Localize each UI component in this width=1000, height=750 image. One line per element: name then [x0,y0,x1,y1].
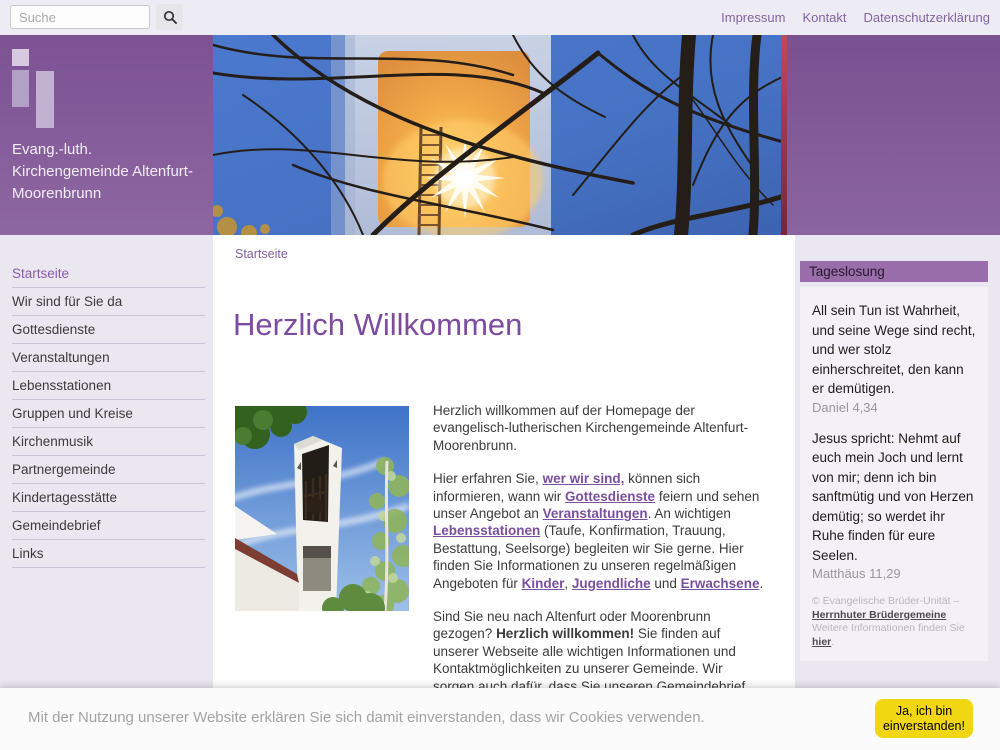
link-lebensstationen[interactable]: Lebensstationen [433,523,540,538]
verse-reference: Daniel 4,34 [812,400,976,415]
sidebar-item-veranstaltungen[interactable]: Veranstaltungen [12,344,205,372]
p2-text: , [564,576,572,591]
header-right-panel [787,35,1000,235]
intro-paragraph: Herzlich willkommen auf der Homepage der… [433,402,767,454]
sidebar-nav: Startseite Wir sind für Sie da Gottesdie… [0,260,213,568]
org-name-line1: Evang.-luth. [12,139,202,161]
search-icon [163,10,177,24]
link-veranstaltungen[interactable]: Veranstaltungen [543,506,648,521]
sidebar-item-wir-sind-fuer-sie-da[interactable]: Wir sind für Sie da [12,288,205,316]
sidebar-item-gottesdienste[interactable]: Gottesdienste [12,316,205,344]
link-kinder[interactable]: Kinder [522,576,565,591]
org-name-line2: Kirchengemeinde Altenfurt- [12,161,202,183]
sidebar-item-startseite[interactable]: Startseite [12,260,205,288]
footer-text: © Evangelische Brüder-Unität – [812,595,959,607]
main-content: Startseite Herzlich Willkommen [213,235,795,750]
info-paragraph: Hier erfahren Sie, wer wir sind, können … [433,470,767,592]
cookie-banner: Mit der Nutzung unserer Website erklären… [0,688,1000,750]
church-tower-photo [235,406,409,611]
cookie-message: Mit der Nutzung unserer Website erklären… [28,709,705,726]
church-logo-icon [12,49,62,131]
cookie-accept-button[interactable]: Ja, ich bin einverstanden! [875,699,973,738]
link-jugendliche[interactable]: Jugendliche [572,576,651,591]
link-datenschutz[interactable]: Datenschutzerklärung [864,10,990,25]
sidebar-item-links[interactable]: Links [12,540,205,568]
link-hier[interactable]: hier [812,636,831,648]
tageslosung-header: Tageslosung [800,261,988,282]
verse-text: Jesus spricht: Nehmt auf euch mein Joch … [812,429,976,566]
breadcrumb[interactable]: Startseite [235,247,288,261]
search-button[interactable] [156,4,183,30]
header: Evang.-luth. Kirchengemeinde Altenfurt- … [0,35,1000,235]
link-wer-wir-sind[interactable]: wer wir sind, [543,471,625,486]
org-name-line3: Moorenbrunn [12,183,202,205]
header-left-panel: Evang.-luth. Kirchengemeinde Altenfurt- … [0,35,213,235]
link-impressum[interactable]: Impressum [721,10,785,25]
header-photo-moravian-star [213,35,787,235]
top-links: Impressum Kontakt Datenschutzerklärung [721,0,990,35]
page-title: Herzlich Willkommen [233,307,522,343]
footer-text: . [831,636,834,648]
sidebar-item-gemeindebrief[interactable]: Gemeindebrief [12,512,205,540]
p2-text: Hier erfahren Sie, [433,471,543,486]
footer-text: Weitere Informationen finden Sie [812,622,965,634]
sidebar-item-partnergemeinde[interactable]: Partnergemeinde [12,456,205,484]
sidebar-item-kirchenmusik[interactable]: Kirchenmusik [12,428,205,456]
link-kontakt[interactable]: Kontakt [802,10,846,25]
p3-bold-text: Herzlich willkommen! [496,626,634,641]
link-herrnhuter-bruedergemeine[interactable]: Herrnhuter Brüdergemeine [812,609,946,621]
intro-text: Herzlich willkommen auf der Homepage der… [433,403,748,453]
sidebar-item-lebensstationen[interactable]: Lebensstationen [12,372,205,400]
link-erwachsene[interactable]: Erwachsene [681,576,760,591]
verse-text: All sein Tun ist Wahrheit, und seine Weg… [812,301,976,399]
top-bar: Impressum Kontakt Datenschutzerklärung [0,0,1000,35]
p2-text: . An wichtigen [648,506,731,521]
p2-text: . [759,576,763,591]
sidebar-item-gruppen-und-kreise[interactable]: Gruppen und Kreise [12,400,205,428]
tageslosung-footer: © Evangelische Brüder-Unität – Herrnhute… [812,595,976,649]
link-gottesdienste[interactable]: Gottesdienste [565,489,655,504]
sidebar-item-kindertagesstaette[interactable]: Kindertagesstätte [12,484,205,512]
org-name: Evang.-luth. Kirchengemeinde Altenfurt- … [12,139,202,205]
tageslosung-box: All sein Tun ist Wahrheit, und seine Weg… [800,287,988,661]
right-sidebar: Tageslosung All sein Tun ist Wahrheit, u… [800,261,988,750]
p2-text: und [651,576,681,591]
search-input[interactable] [10,5,150,29]
verse-reference: Matthäus 11,29 [812,566,976,581]
